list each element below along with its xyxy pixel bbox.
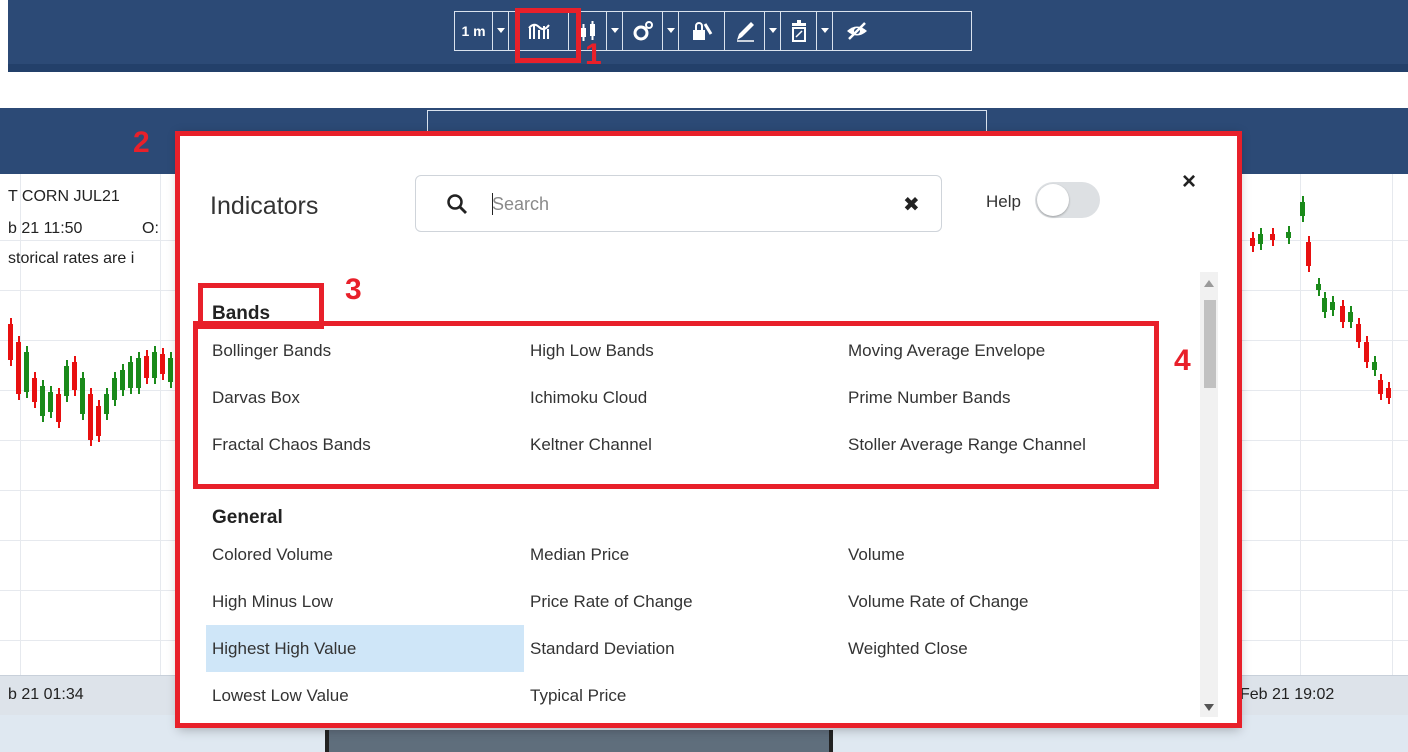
annotation-number-3: 3: [345, 273, 362, 306]
candle-body: [112, 378, 117, 400]
settings-button[interactable]: [623, 12, 663, 50]
annotation-number-1: 1: [585, 38, 602, 71]
candle-body: [72, 362, 77, 390]
annotation-box-4: [193, 321, 1159, 489]
lock-button[interactable]: [679, 12, 725, 50]
candle-body: [152, 352, 157, 378]
candle-body: [88, 394, 93, 440]
rates-note: storical rates are i: [8, 250, 135, 267]
instrument-name: T CORN JUL21: [8, 188, 120, 205]
chart-type-dropdown-caret[interactable]: [607, 12, 623, 50]
candle-body: [32, 378, 37, 402]
candle-body: [1250, 238, 1255, 246]
date-label-right: Feb 21 19:02: [1240, 686, 1335, 703]
candle-body: [1386, 388, 1391, 398]
trash-button[interactable]: [781, 12, 817, 50]
timeframe-button[interactable]: 1 m: [455, 12, 493, 50]
top-toolbar-strip: 1 m: [8, 0, 1408, 72]
candle-body: [128, 362, 133, 388]
draw-dropdown-caret[interactable]: [765, 12, 781, 50]
candle-body: [136, 358, 141, 388]
chevron-down-icon: [610, 28, 619, 33]
candle-body: [1364, 342, 1369, 362]
candle-body: [1330, 302, 1335, 310]
candle-body: [64, 366, 69, 396]
candle-body: [1300, 202, 1305, 216]
candle-body: [160, 354, 165, 374]
candle-body: [1316, 284, 1321, 290]
candle-body: [168, 358, 173, 382]
candle-body: [1322, 298, 1327, 312]
annotation-box-1: [515, 8, 581, 63]
candle-body: [8, 324, 13, 360]
candle-body: [16, 342, 21, 394]
candle-body: [40, 386, 45, 416]
bar-datetime: b 21 11:50: [8, 220, 83, 237]
draw-pen-icon: [736, 22, 754, 42]
lock-icon: [692, 22, 712, 40]
open-label: O:: [142, 220, 159, 237]
navigator-handle[interactable]: [325, 730, 833, 752]
candle-body: [1270, 234, 1275, 240]
candle-body: [24, 352, 29, 392]
candle-body: [104, 394, 109, 414]
grid-line: [1300, 174, 1301, 684]
chevron-down-icon: [666, 28, 675, 33]
candle-body: [120, 370, 125, 390]
annotation-number-2: 2: [133, 126, 150, 159]
candle-body: [1356, 324, 1361, 342]
settings-dropdown-caret[interactable]: [663, 12, 679, 50]
chevron-down-icon: [820, 28, 829, 33]
candle-body: [1340, 306, 1345, 322]
date-label-left: b 21 01:34: [8, 686, 84, 703]
candle-body: [1378, 380, 1383, 394]
candle-body: [1286, 232, 1291, 238]
toolbar-underline: [8, 64, 1408, 72]
grid-line: [1392, 174, 1393, 684]
candle-body: [80, 378, 85, 414]
candle-body: [1348, 312, 1353, 322]
candle-body: [1372, 362, 1377, 370]
candle-body: [96, 406, 101, 436]
hide-button[interactable]: [833, 12, 881, 50]
candle-body: [1306, 242, 1311, 266]
grid-line: [160, 174, 161, 684]
chevron-down-icon: [768, 28, 777, 33]
chevron-down-icon: [496, 28, 505, 33]
candle-body: [56, 394, 61, 422]
annotation-number-4: 4: [1174, 344, 1191, 377]
trash-dropdown-caret[interactable]: [817, 12, 833, 50]
trash-icon: [791, 20, 806, 42]
hide-eye-icon: [847, 22, 867, 40]
draw-button[interactable]: [725, 12, 765, 50]
candle-body: [1258, 234, 1263, 244]
candle-body: [48, 392, 53, 412]
timeframe-dropdown-caret[interactable]: [493, 12, 509, 50]
settings-icon: [633, 21, 653, 41]
candle-body: [144, 356, 149, 378]
